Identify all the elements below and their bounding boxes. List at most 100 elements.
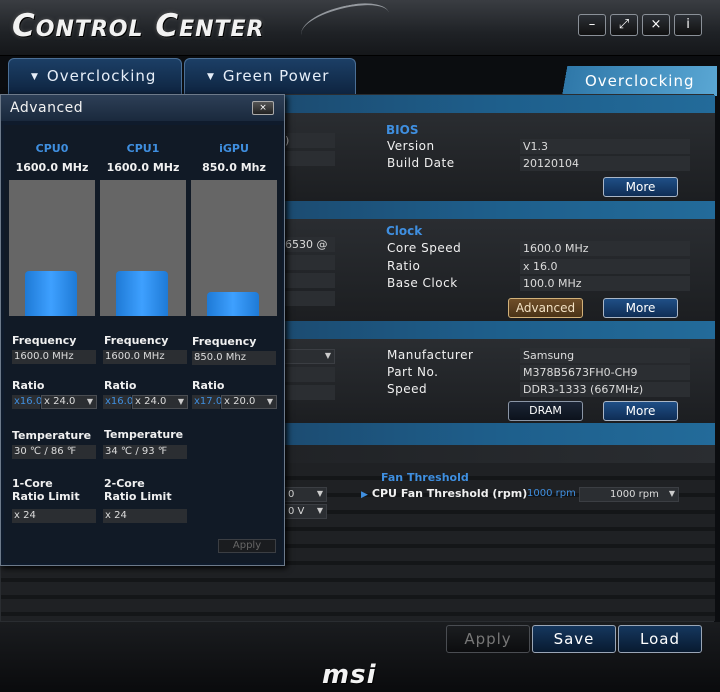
advanced-close-button[interactable]: ×: [252, 101, 274, 115]
two-core-ratio-limit-label: 2-Core Ratio Limit: [104, 477, 172, 503]
close-button[interactable]: ×: [642, 14, 670, 36]
apply-button[interactable]: Apply: [446, 625, 530, 653]
msi-logo: msi: [322, 660, 377, 690]
speed-value: DDR3-1333 (667MHz): [520, 382, 690, 397]
advanced-body: CPU0 CPU1 iGPU 1600.0 MHz 1600.0 MHz 850…: [4, 125, 282, 563]
manufacturer-label: Manufacturer: [387, 348, 474, 362]
bios-version-value: V1.3: [520, 139, 690, 154]
advanced-button[interactable]: Advanced: [508, 298, 583, 318]
cpu0-temperature-label: Temperature: [12, 429, 92, 442]
fan-select-2[interactable]: 0 V ▼: [283, 504, 327, 519]
cpu0-load-bar: [25, 271, 77, 316]
igpu-ratio-select[interactable]: x 20.0 ▼: [221, 395, 277, 409]
dram-timing-button[interactable]: DRAM Timing: [508, 401, 583, 435]
info-button[interactable]: i: [674, 14, 702, 36]
active-section-label: Overclocking: [545, 66, 717, 96]
cpu-info-value: [283, 255, 335, 270]
core-speed-value: 1600.0 MHz: [520, 241, 690, 256]
fan-threshold-heading: Fan Threshold: [381, 471, 469, 484]
minimize-button[interactable]: –: [578, 14, 606, 36]
cpu1-ratio-current: x16.0: [103, 395, 134, 409]
igpu-heading: iGPU: [219, 142, 249, 155]
clock-more-button[interactable]: More: [603, 298, 678, 318]
ratio-value: x 16.0: [520, 259, 690, 274]
cpu1-ratio-label: Ratio: [104, 379, 137, 392]
cpu0-ratio-label: Ratio: [12, 379, 45, 392]
cpu1-frequency-label: Frequency: [104, 334, 169, 347]
advanced-title: Advanced: [10, 100, 84, 116]
one-core-ratio-limit-label: 1-Core Ratio Limit: [12, 477, 80, 503]
cpu0-ratio-current: x16.0: [12, 395, 43, 409]
restore-button[interactable]: ⤢: [610, 14, 638, 36]
cpu0-frequency-value: 1600.0 MHz: [12, 350, 96, 364]
cpu1-heading: CPU1: [126, 142, 160, 155]
cpu1-frequency-value: 1600.0 MHz: [103, 350, 187, 364]
cpu1-frequency-readout: 1600.0 MHz: [106, 161, 180, 174]
app-title: Control Center: [12, 8, 265, 44]
cpu-fan-threshold-select[interactable]: 1000 rpm ▼: [579, 487, 679, 502]
base-clock-value: 100.0 MHz: [520, 276, 690, 291]
cpu0-temperature-value: 30 ℃ / 86 ℉: [12, 445, 96, 459]
advanced-apply-button[interactable]: Apply: [218, 539, 276, 553]
memory-more-button[interactable]: More: [603, 401, 678, 421]
base-clock-label: Base Clock: [387, 276, 458, 290]
memory-info-value: [283, 367, 335, 382]
memory-slot-select[interactable]: ▼: [283, 349, 335, 364]
fan-select-1[interactable]: 0 ▼: [283, 487, 327, 502]
igpu-ratio-label: Ratio: [192, 379, 225, 392]
title-bar: Control Center – ⤢ × i: [0, 0, 720, 56]
advanced-dialog: Advanced × CPU0 CPU1 iGPU 1600.0 MHz 160…: [0, 94, 285, 566]
one-core-ratio-limit-value: x 24: [12, 509, 96, 523]
cpu1-temperature-label: Temperature: [104, 428, 184, 441]
igpu-ratio-current: x17.0: [192, 395, 223, 409]
dropdown-arrow-icon: ▼: [207, 72, 215, 82]
tab-green-power[interactable]: ▼ Green Power: [184, 58, 356, 94]
cpu-fan-current-value: 1000 rpm: [527, 488, 576, 499]
chevron-down-icon: ▼: [86, 397, 93, 406]
ratio-label: Ratio: [387, 259, 421, 273]
chevron-down-icon: ▼: [316, 489, 323, 498]
cpu1-ratio-select[interactable]: x 24.0 ▼: [132, 395, 188, 409]
cpu1-load-bar: [116, 271, 168, 316]
cpu0-heading: CPU0: [35, 142, 69, 155]
bios-build-date-label: Build Date: [387, 156, 455, 170]
chevron-down-icon: ▼: [266, 397, 273, 406]
igpu-frequency-label: Frequency: [192, 335, 257, 348]
cpu1-temperature-value: 34 ℃ / 93 ℉: [103, 445, 187, 459]
load-button[interactable]: Load: [618, 625, 702, 653]
title-swoosh: [297, 0, 393, 50]
chevron-down-icon: ▼: [177, 397, 184, 406]
bios-heading: BIOS: [386, 123, 419, 137]
advanced-title-bar: Advanced ×: [1, 95, 284, 121]
chevron-down-icon: ▼: [316, 506, 323, 515]
cpu-info-value: ): [283, 133, 335, 148]
dropdown-arrow-icon: ▼: [31, 72, 39, 82]
part-no-label: Part No.: [387, 365, 439, 379]
clock-heading: Clock: [386, 224, 423, 238]
triangle-right-icon: ▶: [361, 490, 368, 500]
memory-info-value: [283, 385, 335, 400]
core-speed-label: Core Speed: [387, 241, 462, 255]
tab-overclocking[interactable]: ▼ Overclocking: [8, 58, 182, 94]
cpu0-frequency-label: Frequency: [12, 334, 77, 347]
chevron-down-icon: ▼: [668, 489, 675, 498]
cpu-info-value: [283, 273, 335, 288]
igpu-load-meter: [191, 180, 277, 316]
speed-label: Speed: [387, 382, 428, 396]
part-no-value: M378B5673FH0-CH9: [520, 365, 690, 380]
cpu-info-value: 6530 @: [283, 237, 335, 252]
manufacturer-value: Samsung: [520, 348, 690, 363]
cpu1-load-meter: [100, 180, 186, 316]
cpu-info-value: [283, 291, 335, 306]
bios-version-label: Version: [387, 139, 435, 153]
bios-more-button[interactable]: More: [603, 177, 678, 197]
cpu0-load-meter: [9, 180, 95, 316]
save-button[interactable]: Save: [532, 625, 616, 653]
cpu0-ratio-select[interactable]: x 24.0 ▼: [41, 395, 97, 409]
bios-build-date-value: 20120104: [520, 156, 690, 171]
igpu-load-bar: [207, 292, 259, 316]
cpu0-frequency-readout: 1600.0 MHz: [15, 161, 89, 174]
cpu-fan-threshold-label: ▶ CPU Fan Threshold (rpm): [361, 487, 528, 500]
cpu-info-value: [283, 151, 335, 166]
chevron-down-icon: ▼: [324, 351, 331, 360]
